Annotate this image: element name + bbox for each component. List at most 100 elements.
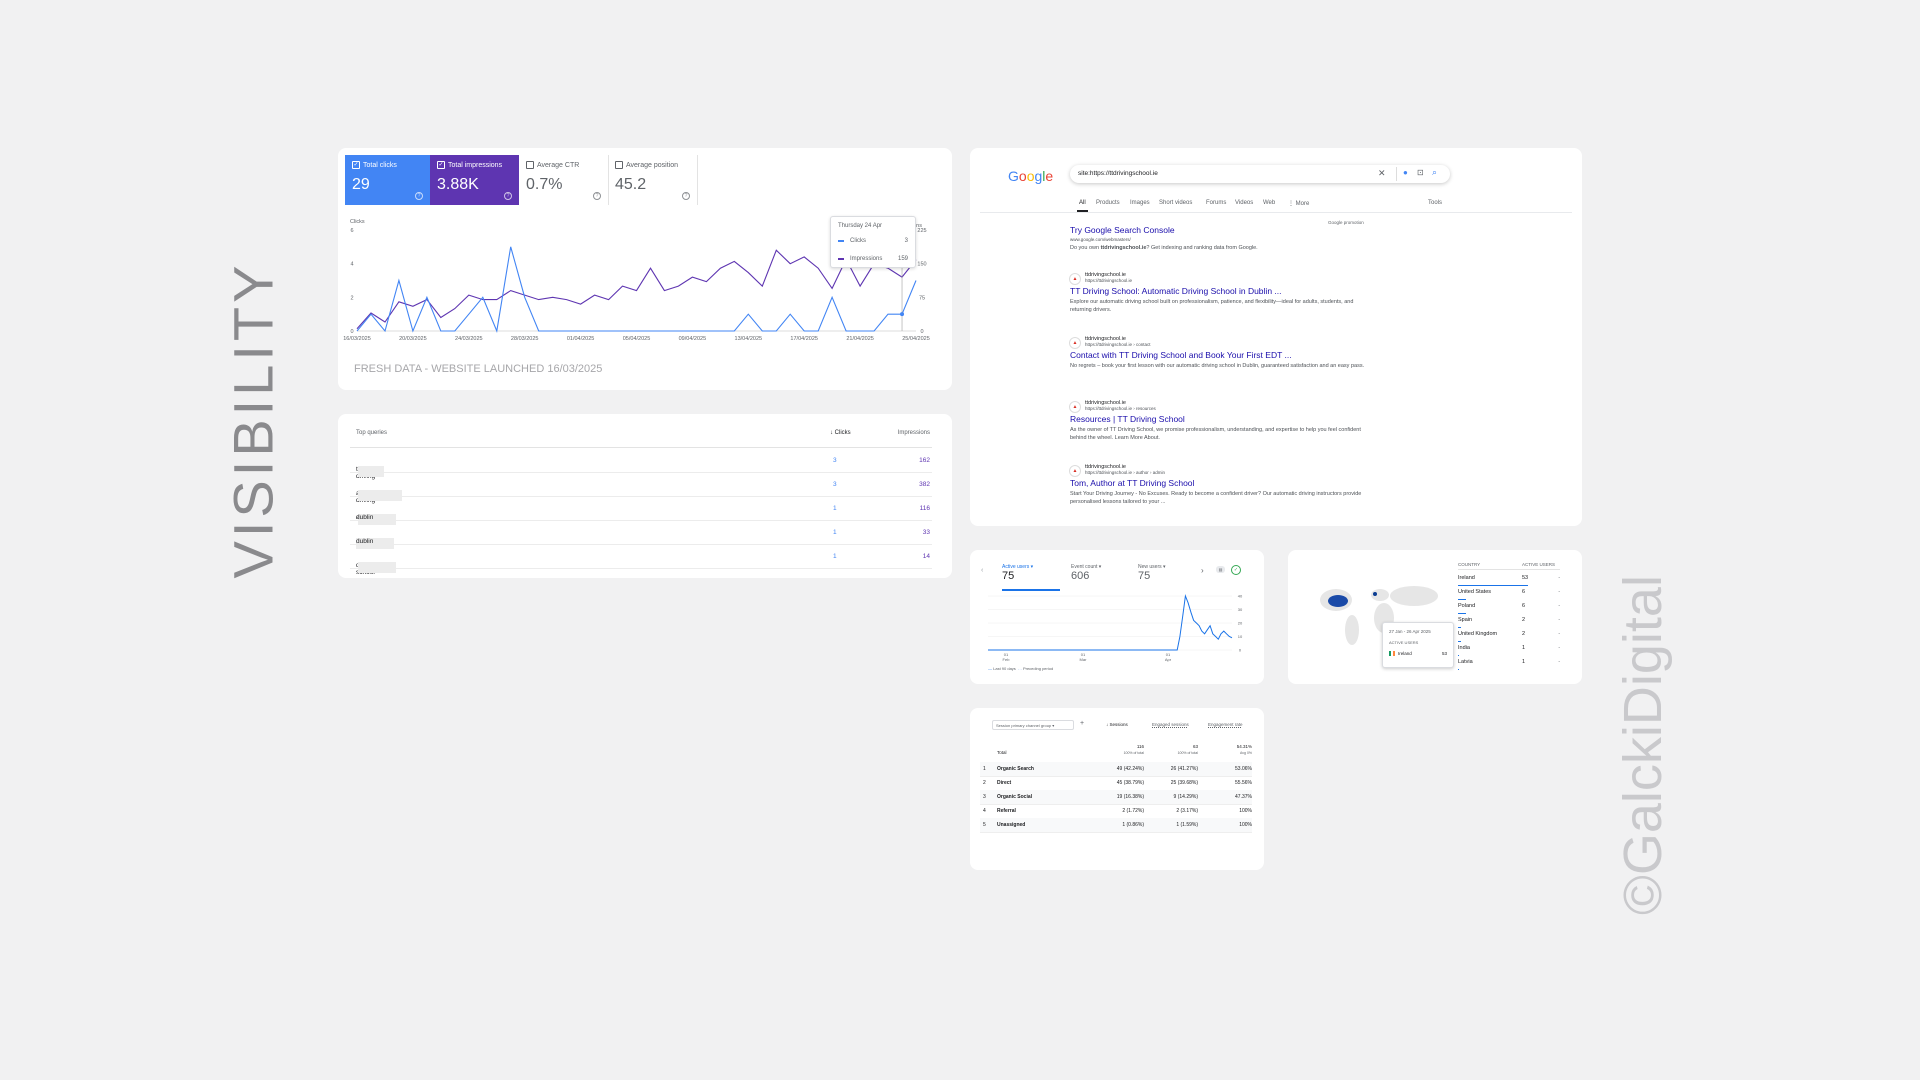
total-sessions: 116 [1136,744,1144,749]
dimension-selector[interactable]: Session primary channel group ▾ [992,720,1074,730]
table-row[interactable]: 4 Referral 2 (1.72%) 2 (3.17%) 100% [980,804,1252,819]
y-tick-right: 225 [917,228,926,234]
country-change: - [1558,659,1560,665]
country-change: - [1558,617,1560,623]
redacted-block [358,562,396,573]
x-tick-label: Feb [1003,657,1011,662]
channel-engaged: 26 (41.27%) [1170,766,1198,772]
result-description: Start Your Driving Journey - No Excuses.… [1070,491,1362,505]
chart-caption: FRESH DATA - WEBSITE LAUNCHED 16/03/2025 [354,363,603,375]
country-row[interactable]: India 1 - [1458,642,1560,656]
tab-videos[interactable]: Videos [1235,200,1253,206]
column-header-clicks[interactable]: ↓ Clicks [830,430,851,436]
add-icon[interactable]: + [1080,720,1084,727]
country-row[interactable]: Spain 2 - [1458,614,1560,628]
channel-sessions: 1 (0.86%) [1122,822,1144,828]
tab-all[interactable]: All [1079,200,1086,206]
tools-button[interactable]: Tools [1428,200,1442,206]
country-change: - [1558,589,1560,595]
table-row[interactable]: 2 Direct 45 (38.79%) 25 (39.68%) 55.56% [980,776,1252,791]
x-tick-label: Mar [1080,657,1088,662]
search-result[interactable]: ▲ ttdrivingschool.ie https://ttdrivingsch… [1069,464,1370,506]
result-url: https://ttdrivingschool.ie [1085,278,1133,283]
channel-name: Organic Social [997,794,1033,800]
search-box[interactable]: site:https://ttdrivingschool.ie ✕ ● ⊡ ⌕ [1070,165,1450,183]
table-row[interactable]: 1 Organic Search 49 (42.24%) 26 (41.27%) 53.… [980,762,1252,777]
search-console-performance-card: ✓ Total clicks 29 ? ✓ Total impressions 3.… [338,148,952,390]
tab-short-videos[interactable]: Short videos [1159,200,1192,206]
clicks-cell: 3 [833,457,837,464]
result-title[interactable]: Resources | TT Driving School [1070,414,1370,424]
table-row[interactable]: 5 Unassigned 1 (0.86%) 1 (1.59%) 100% [980,818,1252,833]
country-users: 6 [1522,589,1526,595]
microphone-icon[interactable]: ● [1403,168,1408,177]
analytics-countries-card: 27 Jan - 26 Apr 2025 ACTIVE USERS Irelan… [1288,550,1582,684]
channel-rate: 53.06% [1235,766,1252,772]
country-row[interactable]: Poland 6 - [1458,600,1560,614]
country-change: - [1558,645,1560,651]
result-description: Explore our automatic driving school bui… [1070,299,1354,313]
google-logo: Google [1008,168,1054,184]
search-result[interactable]: ▲ ttdrivingschool.ie https://ttdrivingsch… [1069,336,1370,370]
country-row[interactable]: Ireland 53 - [1458,572,1560,586]
country-row[interactable]: Latvia 1 - [1458,656,1560,670]
search-result[interactable]: ▲ ttdrivingschool.ie https://ttdrivingsch… [1069,272,1370,314]
column-header-query: Top queries [356,430,388,436]
country-name: Spain [1458,617,1473,623]
column-header-engaged-sessions[interactable]: Engaged sessions [1152,722,1189,727]
search-result[interactable]: ▲ ttdrivingschool.ie https://ttdrivingsch… [1069,400,1370,442]
tab-more[interactable]: ⋮ More [1288,200,1309,207]
result-description: Do you own ttdrivingschool.ie? Get index… [1070,245,1258,251]
clear-icon[interactable]: ✕ [1378,168,1386,179]
impressions-cell: 162 [919,457,930,464]
x-tick-label: 13/04/2025 [735,336,763,342]
clicks-cell: 1 [833,553,837,560]
total-rate-sub: Avg 0% [1240,751,1252,755]
country-row[interactable]: United States 6 - [1458,586,1560,600]
tab-web[interactable]: Web [1263,200,1275,206]
table-row[interactable]: automaticdublin 1 116 [350,496,932,525]
chart-tooltip: Thursday 24 Apr Clicks 3 Impressions 159 [830,216,916,268]
x-tick-label: 09/04/2025 [679,336,707,342]
search-result-promo[interactable]: Try Google Search Console www.google.com… [1070,225,1370,252]
camera-lens-icon[interactable]: ⊡ [1417,168,1424,177]
country-change: - [1558,603,1560,609]
channel-rate: 47.37% [1235,794,1252,800]
legend-swatch-previous: - - [1018,666,1022,671]
column-header-impressions: Impressions [897,430,930,436]
table-row[interactable]: tt driving 3 162 [350,448,932,480]
ireland-flag-icon [1389,651,1395,656]
table-row[interactable]: 3 Organic Social 19 (16.38%) 9 (14.29%) 47.3… [980,790,1252,805]
table-row[interactable]: automatic driving 3 382 [350,472,932,504]
map-ireland [1373,592,1377,596]
tab-products[interactable]: Products [1096,200,1120,206]
channel-engaged: 2 (3.17%) [1176,808,1198,814]
legend-swatch-current: — [988,666,992,671]
result-title[interactable]: TT Driving School: Automatic Driving Sch… [1070,286,1370,296]
column-header-engagement-rate[interactable]: Engagement rate [1208,722,1243,727]
legend-label: Last 90 days [993,666,1016,671]
result-description: As the owner of TT Driving School, we pr… [1070,427,1361,441]
country-change: - [1558,575,1560,581]
channel-engaged: 25 (39.68%) [1170,780,1198,786]
search-icon[interactable]: ⌕ [1432,167,1437,178]
x-tick-label: 20/03/2025 [399,336,427,342]
result-title[interactable]: Try Google Search Console [1070,225,1370,235]
country-name: India [1458,645,1470,651]
result-title[interactable]: Contact with TT Driving School and Book … [1070,350,1370,360]
result-url: https://ttdrivingschool.ie › author › ad… [1085,470,1166,475]
impressions-cell: 382 [919,481,930,488]
table-row[interactable]: dublin 1 33 [350,520,932,549]
tooltip-date-range: 27 Jan - 26 Apr 2025 [1389,629,1431,634]
column-header-sessions[interactable]: ↓ Sessions [1106,722,1128,727]
column-header-label: Sessions [1109,722,1128,727]
tab-forums[interactable]: Forums [1206,200,1226,206]
site-favicon-icon: ▲ [1069,401,1081,413]
x-tick-label: 05/04/2025 [623,336,651,342]
tooltip-label: Impressions [850,256,883,262]
table-row[interactable]: driving school 1 14 [350,544,932,576]
channel-name: Referral [997,808,1016,814]
tab-images[interactable]: Images [1130,200,1150,206]
result-title[interactable]: Tom, Author at TT Driving School [1070,478,1370,488]
country-row[interactable]: United Kingdom 2 - [1458,628,1560,642]
